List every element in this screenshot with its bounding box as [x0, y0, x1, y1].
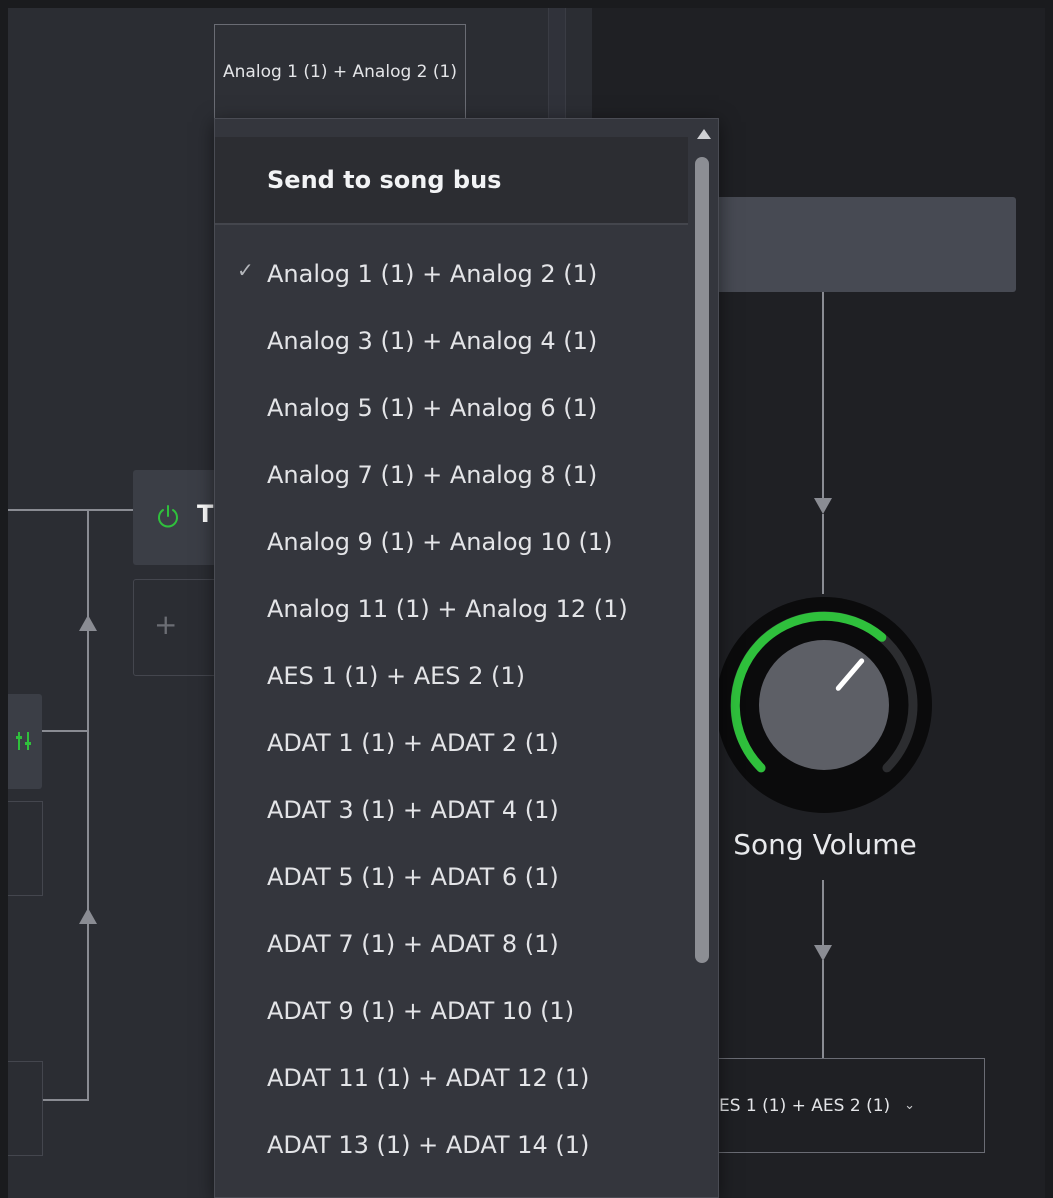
knob-graphic[interactable] — [713, 594, 935, 816]
panel-divider — [548, 0, 566, 120]
route-option[interactable]: Analog 5 (1) + Analog 6 (1) — [215, 374, 688, 441]
route-option[interactable]: Analog 3 (1) + Analog 4 (1) — [215, 307, 688, 374]
route-option-label: Analog 11 (1) + Analog 12 (1) — [267, 594, 628, 623]
add-effect-button[interactable]: + — [133, 579, 225, 676]
route-option[interactable]: ✓ Analog 1 (1) + Analog 2 (1) — [215, 240, 688, 307]
eq-node[interactable] — [8, 694, 42, 789]
equalizer-icon — [16, 732, 31, 750]
signal-line — [822, 292, 824, 508]
route-option-label: ADAT 9 (1) + ADAT 10 (1) — [267, 996, 575, 1025]
route-option-label: Analog 9 (1) + Analog 10 (1) — [267, 527, 613, 556]
signal-line — [87, 509, 89, 1101]
route-option-label: Analog 3 (1) + Analog 4 (1) — [267, 326, 598, 355]
route-option-label: ADAT 3 (1) + ADAT 4 (1) — [267, 795, 559, 824]
signal-line — [42, 730, 87, 732]
arrow-up-icon — [79, 908, 97, 924]
route-option[interactable]: Analog 11 (1) + Analog 12 (1) — [215, 575, 688, 642]
route-option[interactable]: Analog 7 (1) + Analog 8 (1) — [215, 441, 688, 508]
input-node[interactable] — [8, 1061, 43, 1156]
route-option-label: Analog 1 (1) + Analog 2 (1) — [267, 259, 598, 288]
route-option[interactable]: ADAT 5 (1) + ADAT 6 (1) — [215, 843, 688, 910]
effect-node-label: T — [197, 500, 214, 528]
song-output-label: ES 1 (1) + AES 2 (1) — [719, 1095, 891, 1116]
route-option[interactable]: ADAT 11 (1) + ADAT 12 (1) — [215, 1044, 688, 1111]
route-option[interactable]: ADAT 1 (1) + ADAT 2 (1) — [215, 709, 688, 776]
scroll-up-arrow-icon[interactable] — [697, 129, 711, 139]
signal-line — [822, 880, 824, 952]
output-route-dropdown[interactable]: Send to song bus ✓ Analog 1 (1) + Analog … — [214, 118, 719, 1198]
effect-node[interactable]: T — [133, 470, 223, 565]
route-option-label: Analog 7 (1) + Analog 8 (1) — [267, 460, 598, 489]
song-bus-block[interactable] — [716, 197, 1016, 292]
route-option-label: ADAT 5 (1) + ADAT 6 (1) — [267, 862, 559, 891]
arrow-down-icon — [814, 945, 832, 961]
route-option[interactable]: ADAT 9 (1) + ADAT 10 (1) — [215, 977, 688, 1044]
send-to-song-bus-option[interactable]: Send to song bus — [215, 137, 688, 223]
arrow-up-icon — [79, 615, 97, 631]
plus-icon: + — [154, 608, 178, 641]
song-volume-knob[interactable] — [713, 594, 935, 816]
signal-line — [822, 514, 824, 594]
route-option-label: Analog 5 (1) + Analog 6 (1) — [267, 393, 598, 422]
window-frame-right — [1045, 0, 1053, 1198]
dropdown-scrollbar[interactable] — [688, 119, 718, 1197]
route-option-label: AES 1 (1) + AES 2 (1) — [267, 661, 526, 690]
window-frame-top — [0, 0, 1053, 8]
signal-line — [822, 960, 824, 1058]
route-option[interactable]: ADAT 3 (1) + ADAT 4 (1) — [215, 776, 688, 843]
route-option[interactable]: ADAT 13 (1) + ADAT 14 (1) — [215, 1111, 688, 1178]
route-option-label: ADAT 13 (1) + ADAT 14 (1) — [267, 1130, 590, 1159]
window-frame-left — [0, 0, 8, 1198]
route-option[interactable]: AES 1 (1) + AES 2 (1) — [215, 642, 688, 709]
input-node[interactable] — [8, 801, 43, 896]
song-volume-label: Song Volume — [733, 828, 917, 861]
route-option-label: ADAT 11 (1) + ADAT 12 (1) — [267, 1063, 590, 1092]
checkmark-icon: ✓ — [237, 258, 254, 282]
output-route-selector[interactable]: Analog 1 (1) + Analog 2 (1) — [214, 24, 466, 119]
chevron-down-icon: ⌄ — [904, 1098, 916, 1113]
menu-item-label: Send to song bus — [267, 166, 502, 194]
power-icon[interactable] — [155, 504, 181, 530]
scrollbar-thumb[interactable] — [695, 157, 709, 963]
route-option[interactable]: ADAT 15 (1) + ADAT 16 (1) — [215, 1178, 688, 1197]
arrow-down-icon — [814, 498, 832, 514]
route-option[interactable]: Analog 9 (1) + Analog 10 (1) — [215, 508, 688, 575]
route-option-label: ADAT 1 (1) + ADAT 2 (1) — [267, 728, 559, 757]
song-output-selector[interactable]: ES 1 (1) + AES 2 (1) ⌄ — [700, 1058, 985, 1153]
signal-line — [8, 509, 133, 511]
route-option-list: ✓ Analog 1 (1) + Analog 2 (1) Analog 3 (1)… — [215, 240, 688, 1197]
route-option-label: ADAT 7 (1) + ADAT 8 (1) — [267, 929, 559, 958]
signal-line — [42, 1099, 87, 1101]
route-option[interactable]: ADAT 7 (1) + ADAT 8 (1) — [215, 910, 688, 977]
menu-divider — [215, 223, 688, 225]
